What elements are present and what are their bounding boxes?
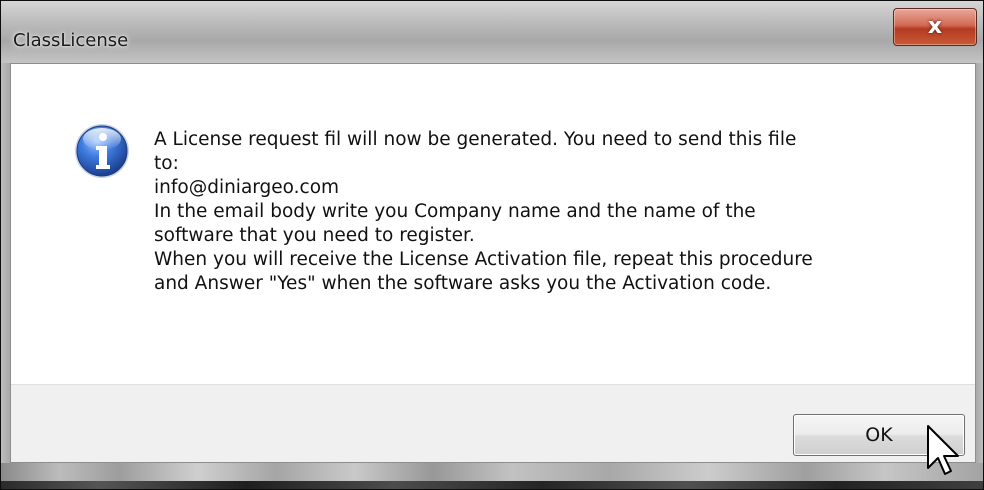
message-area: A License request fil will now be genera… (11, 64, 975, 384)
message-line: When you will receive the License Activa… (154, 249, 813, 270)
mouse-cursor-icon (927, 425, 959, 475)
window-bottom-frame (1, 463, 983, 489)
message-line: and Answer "Yes" when the software asks … (154, 273, 772, 294)
message-text: A License request fil will now be genera… (154, 128, 954, 296)
title-bar[interactable]: ClassLicense x (1, 1, 983, 63)
window-frame-right (976, 63, 983, 463)
message-line: software that you need to register. (154, 225, 475, 246)
message-line: info@diniargeo.com (154, 177, 340, 198)
window-title: ClassLicense (13, 30, 129, 51)
close-button[interactable]: x (893, 8, 977, 46)
dialog-window: ClassLicense x A License request fil wil… (0, 0, 984, 490)
info-icon (75, 124, 129, 178)
window-frame-left (1, 63, 10, 463)
dialog-client-area: A License request fil will now be genera… (10, 63, 976, 463)
button-bar: OK (11, 384, 975, 462)
close-icon: x (927, 14, 943, 39)
message-line: to: (154, 153, 179, 174)
message-line: In the email body write you Company name… (154, 201, 756, 222)
message-line: A License request fil will now be genera… (154, 129, 797, 150)
